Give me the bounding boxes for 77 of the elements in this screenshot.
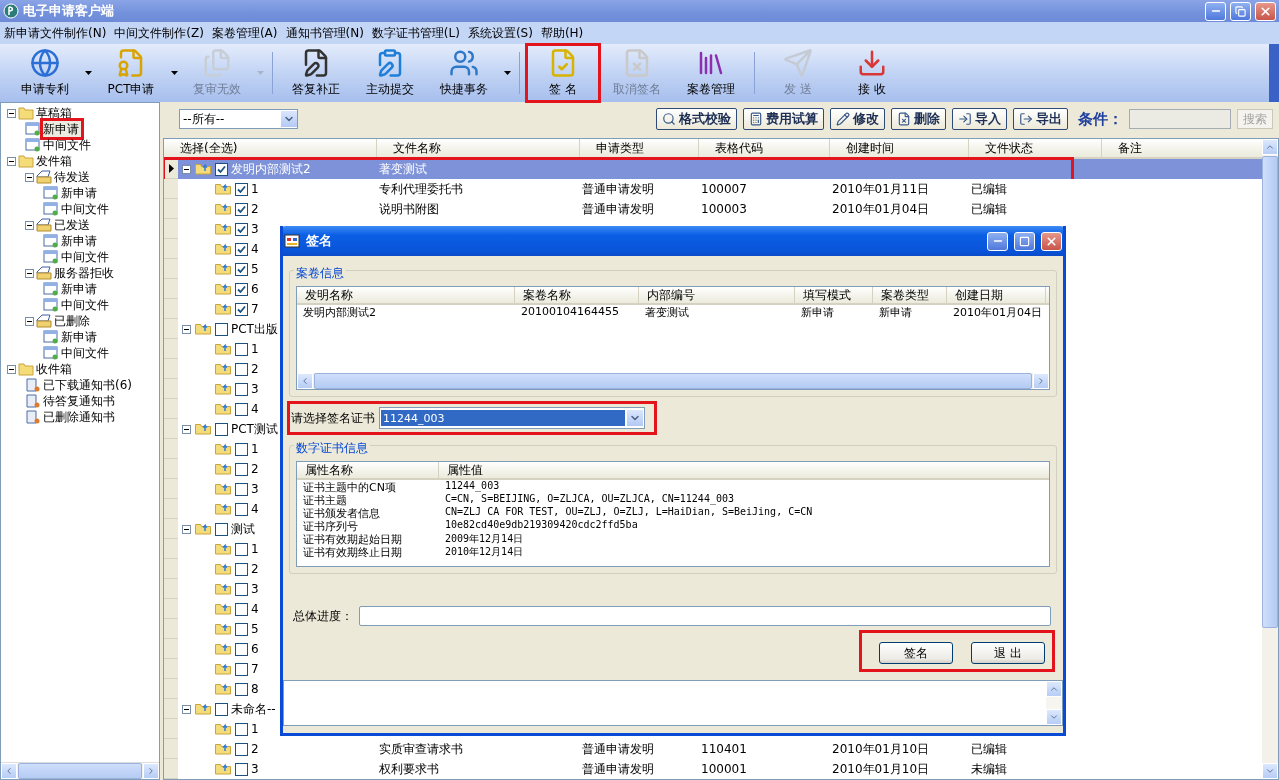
list-cell-text: 证书主题中的CN项 (302, 480, 397, 493)
table-cell-text: 已编辑 (970, 202, 1008, 216)
row-label: 2 (251, 562, 259, 576)
group-title: 案卷信息 (294, 265, 346, 282)
row-label: 4 (251, 242, 259, 256)
table-cell-text: 100001 (700, 762, 748, 776)
table-cell-text: 普通申请发明 (581, 202, 655, 216)
row-label: 3 (251, 382, 259, 396)
list-cell-text: CN=ZLJ CA FOR TEST, OU=ZLJ, O=ZLJ, L=HaiDian, S=BeiJing, C=CN (444, 506, 814, 519)
list-cell-text: 2010年01月04日 (952, 305, 1043, 319)
row-label: 5 (251, 262, 259, 276)
list-cell-text: 新申请 (800, 305, 835, 319)
table-cell-text: 著变测试 (378, 162, 428, 176)
group-title: 数字证书信息 (294, 440, 370, 457)
list-cell-text: 10e82cd40e9db219309420cdc2ffd5ba (444, 519, 639, 532)
table-cell-text: 说明书附图 (378, 202, 440, 216)
row-label: 1 (251, 722, 259, 736)
row-label: 3 (251, 762, 259, 776)
progress-label: 总体进度： (293, 607, 353, 625)
row-label: PCT测试 (231, 420, 278, 438)
row-label: 4 (251, 602, 259, 616)
list-cell-text: 证书有效期起始日期 (302, 532, 403, 545)
row-label: 2 (251, 202, 259, 216)
table-cell-text: 已编辑 (970, 742, 1008, 756)
table-cell-text: 2010年01月11日 (831, 182, 931, 196)
condition-label: 条件： (1078, 109, 1123, 129)
window-title: 电子申请客户端 (23, 2, 115, 20)
row-label: 7 (251, 302, 259, 316)
table-cell-text: 已编辑 (970, 182, 1008, 196)
dialog-title: 签名 (306, 232, 333, 250)
row-label: 3 (251, 582, 259, 596)
list-cell-text: 证书序列号 (302, 519, 359, 532)
list-cell-text: 发明内部测试2 (302, 305, 377, 319)
row-label: 3 (251, 222, 259, 236)
cert-label: 请选择签名证书 (291, 409, 375, 427)
table-cell-text: 2010年01月10日 (831, 762, 931, 776)
row-label: 1 (251, 542, 259, 556)
row-label: 1 (251, 182, 259, 196)
row-label: 测试 (231, 520, 255, 538)
table-cell-text: 110401 (700, 742, 748, 756)
table-cell-text: 实质审查请求书 (378, 742, 464, 756)
row-label: 1 (251, 342, 259, 356)
row-label: 8 (251, 682, 259, 696)
table-cell-text: 普通申请发明 (581, 742, 655, 756)
row-label: PCT出版 (231, 320, 278, 338)
list-cell-text: 11244_003 (444, 480, 501, 493)
row-label: 6 (251, 642, 259, 656)
table-cell-text: 专利代理委托书 (378, 182, 464, 196)
row-label: 2 (251, 362, 259, 376)
row-label: 4 (251, 402, 259, 416)
table-cell-text: 普通申请发明 (581, 182, 655, 196)
row-label: 4 (251, 502, 259, 516)
list-cell-text: 2010年12月14日 (444, 545, 525, 558)
row-label: 3 (251, 482, 259, 496)
list-cell-text: 证书主题 (302, 493, 348, 506)
list-cell-text: 新申请 (878, 305, 913, 319)
row-label: 1 (251, 442, 259, 456)
list-cell-text: 著变测试 (644, 305, 690, 319)
list-cell-text: 20100104164455 (520, 305, 620, 319)
row-label: 7 (251, 662, 259, 676)
table-cell-text: 未编辑 (970, 762, 1008, 776)
row-label: 2 (251, 742, 259, 756)
list-cell-text: 证书有效期终止日期 (302, 545, 403, 558)
table-cell-text: 100007 (700, 182, 748, 196)
table-cell-text: 权利要求书 (378, 762, 440, 776)
list-cell-text: C=CN, S=BEIJING, O=ZLJCA, OU=ZLJCA, CN=11244_003 (444, 493, 735, 506)
list-cell-text: 证书颁发者信息 (302, 506, 381, 519)
table-cell-text: 2010年01月10日 (831, 742, 931, 756)
row-label: 6 (251, 282, 259, 296)
row-label: 5 (251, 622, 259, 636)
row-label: 未命名-- (231, 700, 276, 718)
table-cell-text: 100003 (700, 202, 748, 216)
table-cell-text: 普通申请发明 (581, 762, 655, 776)
row-label: 发明内部测试2 (231, 160, 311, 178)
list-cell-text: 2009年12月14日 (444, 532, 525, 545)
table-cell-text: 2010年01月04日 (831, 202, 931, 216)
row-label: 2 (251, 462, 259, 476)
